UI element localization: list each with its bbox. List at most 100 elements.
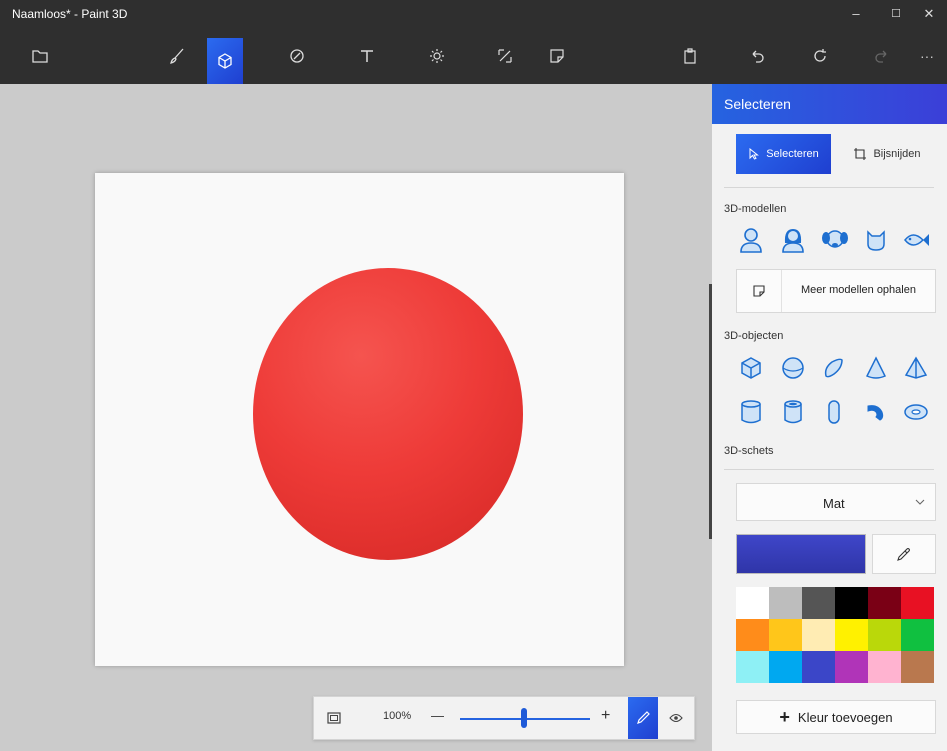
man-icon xyxy=(740,228,762,253)
model-man[interactable] xyxy=(737,226,765,254)
color-swatch[interactable] xyxy=(901,651,934,683)
object-pyramid[interactable] xyxy=(902,354,930,382)
crop-label: Bijsnijden xyxy=(873,148,921,160)
material-dropdown-value: Mat xyxy=(823,496,845,511)
more-button[interactable]: ··· xyxy=(912,38,942,74)
color-swatch[interactable] xyxy=(868,587,901,619)
redo-icon xyxy=(875,50,887,63)
view-3d-button[interactable] xyxy=(662,704,690,732)
object-sphere[interactable] xyxy=(779,354,807,382)
color-swatch[interactable] xyxy=(736,651,769,683)
color-swatch[interactable] xyxy=(835,619,868,651)
color-swatch[interactable] xyxy=(769,651,802,683)
zoom-value: 100% xyxy=(383,710,412,722)
color-swatch[interactable] xyxy=(868,651,901,683)
text-tool-button[interactable] xyxy=(347,38,387,74)
edit-mode-button[interactable] xyxy=(628,697,658,739)
color-swatch[interactable] xyxy=(736,619,769,651)
crop-button[interactable]: Bijsnijden xyxy=(837,134,937,174)
2d-shapes-tool-button[interactable] xyxy=(277,38,317,74)
divider xyxy=(724,187,934,188)
remix-icon-box xyxy=(737,270,782,312)
object-cube[interactable] xyxy=(737,354,765,382)
effects-tool-button[interactable] xyxy=(417,38,457,74)
title-bar: Naamloos* - Paint 3D – ☐ ✕ xyxy=(0,0,947,28)
model-cat[interactable] xyxy=(862,226,890,254)
pen-icon xyxy=(637,711,650,724)
model-woman[interactable] xyxy=(779,226,807,254)
current-color-swatch[interactable] xyxy=(736,534,866,574)
menu-button[interactable] xyxy=(20,38,60,74)
model-fish[interactable] xyxy=(902,226,930,254)
pyramid-shape-icon xyxy=(904,356,928,379)
tube-shape-icon xyxy=(784,400,802,424)
text-icon xyxy=(361,50,373,62)
sphere-shape-icon xyxy=(782,357,804,379)
zoom-bar: 100% — + xyxy=(313,696,695,740)
object-curved-tube[interactable] xyxy=(862,398,890,426)
object-cylinder[interactable] xyxy=(737,398,765,426)
color-swatch[interactable] xyxy=(835,651,868,683)
divider xyxy=(724,469,934,470)
cube-shape-icon xyxy=(741,357,761,379)
canvas-tool-button[interactable] xyxy=(485,38,525,74)
panel-header: Selecteren xyxy=(712,84,947,124)
zoom-in-button[interactable]: + xyxy=(601,707,610,725)
zoom-slider-thumb[interactable] xyxy=(521,708,527,728)
fit-to-screen-button[interactable] xyxy=(320,704,348,732)
folder-icon xyxy=(32,50,48,63)
minimize-button[interactable]: – xyxy=(838,0,874,28)
brushes-tool-button[interactable] xyxy=(157,38,197,74)
clipboard-icon xyxy=(684,48,696,64)
eye-icon xyxy=(669,713,683,723)
chevron-down-icon xyxy=(915,499,925,505)
eyedropper-button[interactable] xyxy=(872,534,936,574)
object-torus[interactable] xyxy=(902,398,930,426)
paste-button[interactable] xyxy=(670,38,710,74)
canvas-area: 100% — + xyxy=(0,84,712,751)
color-swatch[interactable] xyxy=(736,587,769,619)
cone-shape-icon xyxy=(865,356,887,379)
sphere-object[interactable] xyxy=(253,268,523,560)
canvas[interactable] xyxy=(95,173,624,666)
color-swatch[interactable] xyxy=(802,651,835,683)
remix-icon xyxy=(753,285,765,297)
add-color-label: Kleur toevoegen xyxy=(797,709,893,725)
material-dropdown[interactable]: Mat xyxy=(736,483,936,521)
maximize-button[interactable]: ☐ xyxy=(878,0,914,28)
undo-button[interactable] xyxy=(737,38,777,74)
cylinder-shape-icon xyxy=(741,400,761,424)
color-swatch[interactable] xyxy=(769,587,802,619)
object-capsule[interactable] xyxy=(820,398,848,426)
history-icon xyxy=(814,49,826,62)
object-hemisphere[interactable] xyxy=(820,354,848,382)
current-color-fill xyxy=(737,535,865,573)
model-dog[interactable] xyxy=(821,226,849,254)
select-button[interactable]: Selecteren xyxy=(736,134,831,174)
history-button[interactable] xyxy=(800,38,840,74)
3d-shapes-tool-button[interactable] xyxy=(207,38,243,84)
sticker-icon xyxy=(550,49,564,63)
cat-icon xyxy=(867,230,885,251)
color-swatch[interactable] xyxy=(901,587,934,619)
color-swatch[interactable] xyxy=(802,619,835,651)
brush-icon xyxy=(170,48,184,64)
redo-button[interactable] xyxy=(862,38,902,74)
curved-tube-shape-icon xyxy=(867,405,884,421)
color-swatch[interactable] xyxy=(835,587,868,619)
color-swatch[interactable] xyxy=(901,619,934,651)
more-models-button[interactable]: Meer modellen ophalen xyxy=(736,269,936,313)
color-swatch[interactable] xyxy=(868,619,901,651)
color-swatch[interactable] xyxy=(802,587,835,619)
torus-shape-icon xyxy=(904,404,928,420)
color-swatch[interactable] xyxy=(769,619,802,651)
object-cone[interactable] xyxy=(862,354,890,382)
close-button[interactable]: ✕ xyxy=(911,0,947,28)
object-tube[interactable] xyxy=(779,398,807,426)
zoom-out-button[interactable]: — xyxy=(431,708,444,723)
add-color-button[interactable]: + Kleur toevoegen xyxy=(736,700,936,734)
stickers-tool-button[interactable] xyxy=(537,38,577,74)
window-title: Naamloos* - Paint 3D xyxy=(12,7,128,21)
hemisphere-shape-icon xyxy=(824,358,843,378)
models-section-label: 3D-modellen xyxy=(724,203,787,215)
